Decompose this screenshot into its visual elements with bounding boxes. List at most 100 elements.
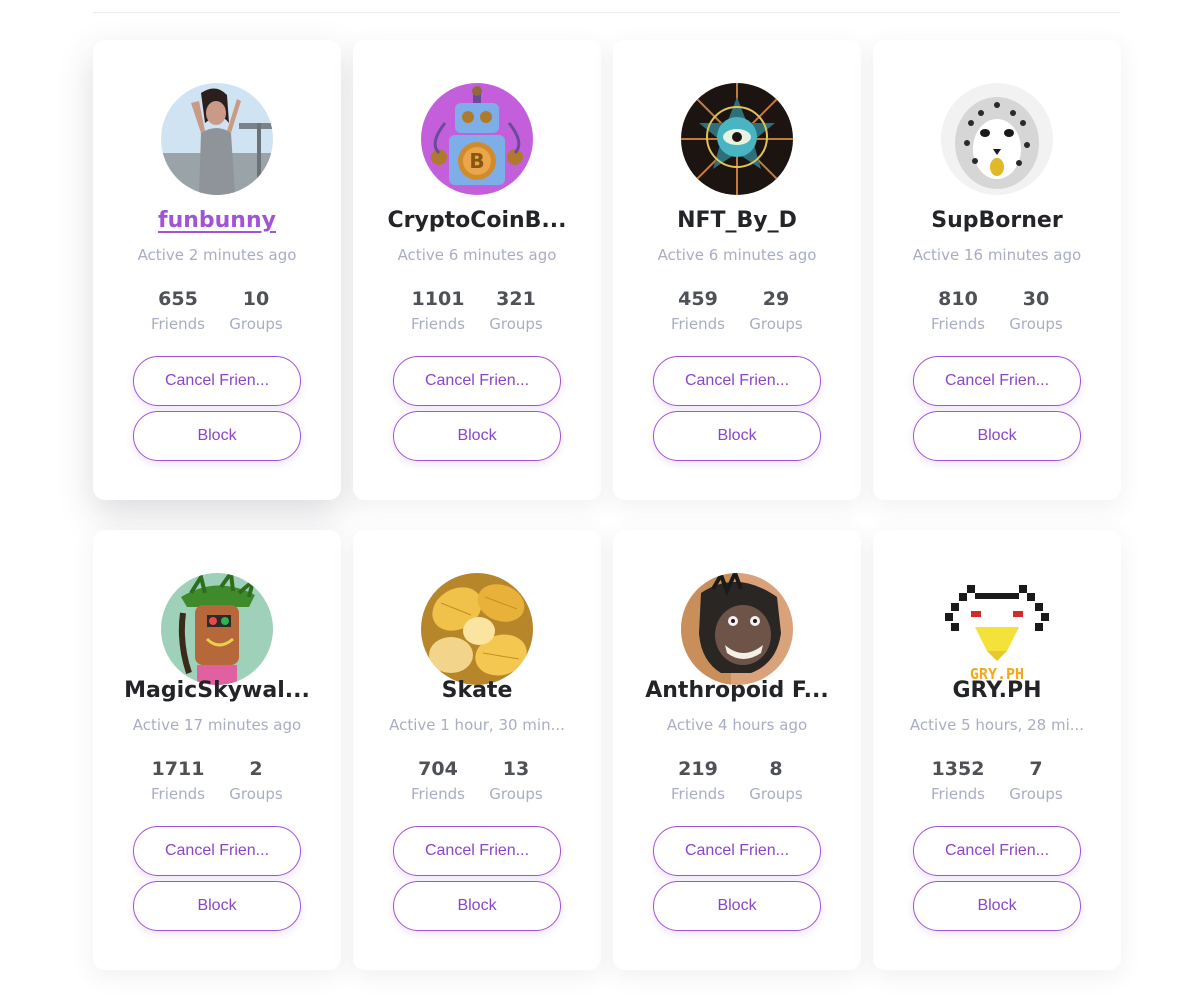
groups-count: 7 (1029, 758, 1043, 780)
groups-count: 13 (502, 758, 530, 780)
groups-count: 30 (1022, 288, 1050, 310)
block-button[interactable]: Block (393, 411, 561, 461)
groups-count: 8 (769, 758, 783, 780)
groups-label: Groups (489, 785, 543, 803)
friends-stat: 459 Friends (670, 288, 726, 333)
friends-label: Friends (411, 315, 465, 333)
member-avatar[interactable] (681, 573, 793, 685)
groups-label: Groups (1009, 785, 1063, 803)
groups-label: Groups (229, 315, 283, 333)
block-button[interactable]: Block (393, 881, 561, 931)
groups-label: Groups (489, 315, 543, 333)
groups-count: 29 (762, 288, 790, 310)
members-grid: funbunny Active 2 minutes ago 655 Friend… (93, 40, 1121, 970)
member-name[interactable]: Anthropoid F... (613, 678, 861, 703)
friends-stat: 1352 Friends (930, 758, 986, 803)
groups-count: 2 (249, 758, 263, 780)
friends-count: 1711 (151, 758, 205, 780)
groups-stat: 2 Groups (228, 758, 284, 803)
member-card: NFT_By_D Active 6 minutes ago 459 Friend… (613, 40, 861, 500)
member-stats: 1711 Friends 2 Groups (93, 758, 341, 803)
friends-count: 704 (418, 758, 458, 780)
member-stats: 704 Friends 13 Groups (353, 758, 601, 803)
friends-stat: 704 Friends (410, 758, 466, 803)
member-stats: 810 Friends 30 Groups (873, 288, 1121, 333)
member-card: Skate Active 1 hour, 30 min... 704 Frien… (353, 530, 601, 970)
groups-stat: 30 Groups (1008, 288, 1064, 333)
groups-stat: 29 Groups (748, 288, 804, 333)
member-avatar[interactable] (681, 83, 793, 195)
groups-label: Groups (749, 315, 803, 333)
friends-count: 810 (938, 288, 978, 310)
member-name[interactable]: Skate (353, 678, 601, 703)
block-button[interactable]: Block (133, 411, 301, 461)
member-avatar[interactable] (941, 83, 1053, 195)
block-button[interactable]: Block (653, 411, 821, 461)
member-card: Anthropoid F... Active 4 hours ago 219 F… (613, 530, 861, 970)
friends-count: 655 (158, 288, 198, 310)
friends-stat: 219 Friends (670, 758, 726, 803)
cancel-friendship-button[interactable]: Cancel Frien... (393, 356, 561, 406)
friends-label: Friends (931, 785, 985, 803)
member-name[interactable]: CryptoCoinB... (353, 208, 601, 233)
member-card: SupBorner Active 16 minutes ago 810 Frie… (873, 40, 1121, 500)
block-button[interactable]: Block (133, 881, 301, 931)
friends-label: Friends (151, 315, 205, 333)
friends-stat: 655 Friends (150, 288, 206, 333)
groups-stat: 8 Groups (748, 758, 804, 803)
member-last-active: Active 6 minutes ago (397, 246, 557, 264)
member-last-active: Active 2 minutes ago (137, 246, 297, 264)
friends-count: 1101 (411, 288, 465, 310)
member-avatar[interactable]: GRY.PH (941, 573, 1053, 685)
block-button[interactable]: Block (913, 881, 1081, 931)
friends-count: 459 (678, 288, 718, 310)
cancel-friendship-button[interactable]: Cancel Frien... (653, 826, 821, 876)
member-name[interactable]: GRY.PH (873, 678, 1121, 703)
friends-label: Friends (931, 315, 985, 333)
member-last-active: Active 16 minutes ago (912, 246, 1082, 264)
cancel-friendship-button[interactable]: Cancel Frien... (913, 826, 1081, 876)
friends-label: Friends (411, 785, 465, 803)
cancel-friendship-button[interactable]: Cancel Frien... (913, 356, 1081, 406)
groups-stat: 13 Groups (488, 758, 544, 803)
cancel-friendship-button[interactable]: Cancel Frien... (133, 356, 301, 406)
cancel-friendship-button[interactable]: Cancel Frien... (393, 826, 561, 876)
member-name[interactable]: SupBorner (873, 208, 1121, 233)
block-button[interactable]: Block (913, 411, 1081, 461)
member-avatar[interactable]: B (421, 83, 533, 195)
member-last-active: Active 5 hours, 28 mi... (909, 716, 1085, 734)
member-stats: 1352 Friends 7 Groups (873, 758, 1121, 803)
member-card: GRY.PH GRY.PH Active 5 hours, 28 mi... 1… (873, 530, 1121, 970)
member-last-active: Active 1 hour, 30 min... (389, 716, 565, 734)
friends-label: Friends (671, 315, 725, 333)
friends-count: 219 (678, 758, 718, 780)
member-avatar[interactable] (161, 573, 273, 685)
groups-stat: 7 Groups (1008, 758, 1064, 803)
groups-count: 10 (242, 288, 270, 310)
cancel-friendship-button[interactable]: Cancel Frien... (653, 356, 821, 406)
member-stats: 459 Friends 29 Groups (613, 288, 861, 333)
member-name[interactable]: funbunny (93, 208, 341, 233)
member-stats: 219 Friends 8 Groups (613, 758, 861, 803)
cancel-friendship-button[interactable]: Cancel Frien... (133, 826, 301, 876)
friends-count: 1352 (931, 758, 985, 780)
groups-label: Groups (229, 785, 283, 803)
member-last-active: Active 6 minutes ago (657, 246, 817, 264)
block-button[interactable]: Block (653, 881, 821, 931)
friends-stat: 1711 Friends (150, 758, 206, 803)
member-stats: 1101 Friends 321 Groups (353, 288, 601, 333)
member-name[interactable]: NFT_By_D (613, 208, 861, 233)
member-last-active: Active 4 hours ago (666, 716, 808, 734)
member-stats: 655 Friends 10 Groups (93, 288, 341, 333)
member-card: funbunny Active 2 minutes ago 655 Friend… (93, 40, 341, 500)
groups-stat: 10 Groups (228, 288, 284, 333)
svg-text:B: B (469, 149, 484, 173)
groups-label: Groups (749, 785, 803, 803)
friends-stat: 810 Friends (930, 288, 986, 333)
friends-label: Friends (671, 785, 725, 803)
member-avatar[interactable] (161, 83, 273, 195)
groups-stat: 321 Groups (488, 288, 544, 333)
member-avatar[interactable] (421, 573, 533, 685)
member-name[interactable]: MagicSkywal... (93, 678, 341, 703)
friends-label: Friends (151, 785, 205, 803)
